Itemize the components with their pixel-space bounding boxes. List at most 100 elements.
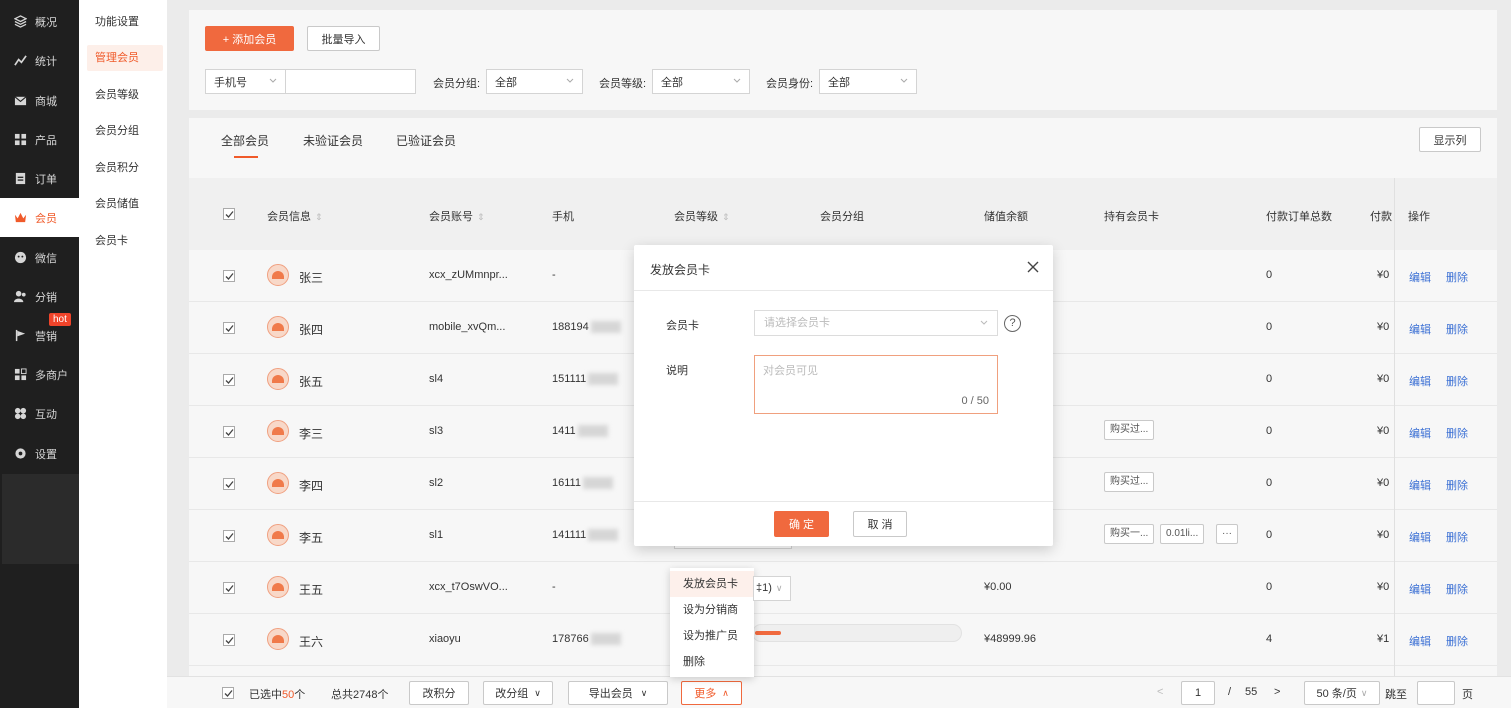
header-account[interactable]: 会员账号 ⇕ [429,208,485,224]
edit-link[interactable]: 编辑 [1409,477,1431,493]
member-name[interactable]: 王五 [299,581,323,598]
subnav-item-member-levels[interactable]: 会员等级 [87,82,163,108]
filter-panel: + 添加会员 批量导入 手机号 会员分组: 全部 会员等级: 全部 会员身份: … [189,10,1497,110]
delete-link[interactable]: 删除 [1446,529,1468,545]
page-input[interactable]: 1 [1181,681,1215,705]
member-account: xiaoyu [429,633,461,645]
delete-link[interactable]: 删除 [1446,269,1468,285]
menu-item-set-distributor[interactable]: 设为分销商 [670,597,754,623]
member-name[interactable]: 李四 [299,477,323,494]
member-paid-amount: ¥0 [1377,373,1390,385]
group-filter-select[interactable]: 全部 [486,69,583,94]
nav-item-distribution[interactable]: 分销 [0,277,79,316]
menu-item-issue-card[interactable]: 发放会员卡 [670,571,754,597]
select-all-checkbox[interactable] [223,208,235,220]
row-checkbox[interactable] [223,426,235,438]
nav-item-multi-merchant[interactable]: 多商户 [0,355,79,394]
delete-link[interactable]: 删除 [1446,373,1468,389]
menu-item-delete[interactable]: 删除 [670,649,754,675]
delete-link[interactable]: 删除 [1446,581,1468,597]
edit-link[interactable]: 编辑 [1409,529,1431,545]
confirm-button[interactable]: 确 定 [774,511,829,537]
delete-link[interactable]: 删除 [1446,425,1468,441]
member-name[interactable]: 李三 [299,425,323,442]
member-name[interactable]: 张五 [299,373,323,390]
nav-item-interaction[interactable]: 互动 [0,394,79,433]
masked-phone [588,529,619,542]
header-member-info[interactable]: 会员信息 ⇕ [267,208,323,224]
row-checkbox[interactable] [223,582,235,594]
row-checkbox[interactable] [223,322,235,334]
edit-link[interactable]: 编辑 [1409,269,1431,285]
subnav-item-member-points[interactable]: 会员积分 [87,155,163,181]
more-actions-button[interactable]: 更多 ∧ [681,681,742,705]
display-columns-button[interactable]: 显示列 [1419,127,1481,152]
card-select[interactable]: 请选择会员卡 [754,310,998,336]
header-level[interactable]: 会员等级 ⇕ [674,208,730,224]
tab-all-members[interactable]: 全部会员 [221,132,269,149]
identity-filter-select[interactable]: 全部 [819,69,917,94]
row-checkbox[interactable] [223,478,235,490]
scrollbar-thumb[interactable] [755,631,781,635]
edit-link[interactable]: 编辑 [1409,633,1431,649]
jump-page-input[interactable] [1417,681,1455,705]
member-name[interactable]: 张三 [299,269,323,286]
nav-item-members[interactable]: 会员 [0,198,79,237]
member-card-tag[interactable]: ··· [1216,524,1238,544]
header-ops: 操作 [1408,211,1430,223]
member-card-tag[interactable]: 购买过... [1104,472,1155,492]
subnav-item-manage-members[interactable]: 管理会员 [87,45,163,71]
search-input[interactable] [285,69,416,94]
nav-item-settings[interactable]: 设置 [0,434,79,473]
row-checkbox[interactable] [223,374,235,386]
prev-page-icon[interactable]: < [1157,686,1163,698]
member-card-tag[interactable]: 购买过... [1104,420,1155,440]
subnav-item-member-stored-value[interactable]: 会员储值 [87,191,163,217]
page-size-select[interactable]: 50 条/页 ∨ [1304,681,1380,705]
member-name[interactable]: 王六 [299,633,323,650]
edit-link[interactable]: 编辑 [1409,581,1431,597]
edit-link[interactable]: 编辑 [1409,321,1431,337]
member-name[interactable]: 张四 [299,321,323,338]
description-textarea[interactable]: 对会员可见 0 / 50 [754,355,998,414]
level-select-fragment[interactable]: ‡1) ∨ [753,576,791,601]
member-name[interactable]: 李五 [299,529,323,546]
change-group-button[interactable]: 改分组 ∨ [483,681,553,705]
delete-link[interactable]: 删除 [1446,321,1468,337]
edit-link[interactable]: 编辑 [1409,425,1431,441]
horizontal-scrollbar[interactable] [752,624,962,642]
member-card-tag[interactable]: 购买一... [1104,524,1155,544]
subnav-item-member-groups[interactable]: 会员分组 [87,118,163,144]
nav-item-orders[interactable]: 订单 [0,159,79,198]
row-checkbox[interactable] [223,270,235,282]
delete-link[interactable]: 删除 [1446,477,1468,493]
add-member-button[interactable]: + 添加会员 [205,26,294,51]
row-checkbox[interactable] [223,530,235,542]
row-checkbox[interactable] [223,634,235,646]
next-page-icon[interactable]: > [1274,686,1280,698]
subnav-item-function-settings[interactable]: 功能设置 [87,9,163,35]
delete-link[interactable]: 删除 [1446,633,1468,649]
cancel-button[interactable]: 取 消 [853,511,907,537]
member-card-tag[interactable]: 0.01li... [1160,524,1205,544]
search-type-select[interactable]: 手机号 [205,69,286,94]
member-order-count: 0 [1266,321,1273,333]
nav-item-products[interactable]: 产品 [0,120,79,159]
export-members-button[interactable]: 导出会员 ∨ [568,681,668,705]
nav-item-wechat[interactable]: 微信 [0,238,79,277]
tab-verified-members[interactable]: 已验证会员 [396,132,456,149]
edit-link[interactable]: 编辑 [1409,373,1431,389]
masked-phone [588,373,619,386]
nav-item-mall[interactable]: 商城 [0,81,79,120]
select-all-bottom-checkbox[interactable] [222,687,234,699]
level-filter-select[interactable]: 全部 [652,69,750,94]
nav-item-stats[interactable]: 统计 [0,41,79,80]
help-icon[interactable]: ? [1004,315,1021,332]
close-icon[interactable] [1027,261,1039,273]
tab-unverified-members[interactable]: 未验证会员 [303,132,363,149]
subnav-item-member-card[interactable]: 会员卡 [87,228,163,254]
batch-import-button[interactable]: 批量导入 [307,26,380,51]
menu-item-set-promoter[interactable]: 设为推广员 [670,623,754,649]
nav-item-overview[interactable]: 概况 [0,2,79,41]
change-points-button[interactable]: 改积分 [409,681,469,705]
